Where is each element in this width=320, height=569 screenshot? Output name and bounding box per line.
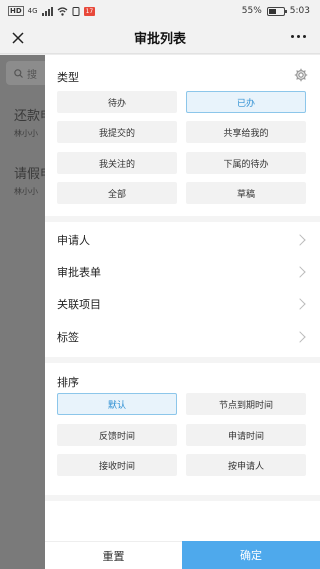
filter-row-applicant[interactable]: 申请人 bbox=[45, 224, 320, 256]
close-icon[interactable] bbox=[10, 30, 26, 46]
section-divider bbox=[45, 357, 320, 363]
sort-option-due-time[interactable]: 节点到期时间 bbox=[186, 393, 306, 415]
battery-percent: 55% bbox=[241, 6, 262, 16]
filter-panel: 类型 待办 已办 我提交的 共享给我的 我关注的 下属的待办 全部 草稿 申请人… bbox=[45, 55, 320, 569]
reset-button[interactable]: 重置 bbox=[45, 541, 182, 569]
sort-option-default[interactable]: 默认 bbox=[57, 393, 177, 415]
type-option-done[interactable]: 已办 bbox=[186, 91, 306, 113]
section-divider bbox=[45, 216, 320, 222]
signal-icon bbox=[41, 6, 53, 16]
gear-icon[interactable] bbox=[294, 68, 308, 82]
list-item-subtitle: 林小小 bbox=[14, 187, 38, 196]
background-search: 搜 bbox=[6, 61, 45, 85]
filter-row-label: 关联项目 bbox=[57, 298, 101, 311]
more-dots-icon[interactable] bbox=[291, 35, 306, 38]
filter-row-label: 审批表单 bbox=[57, 266, 101, 279]
wifi-icon bbox=[57, 6, 67, 16]
search-placeholder: 搜 bbox=[27, 69, 37, 81]
battery-icon bbox=[266, 6, 287, 16]
network-label: 4G bbox=[27, 7, 38, 15]
filter-row-form[interactable]: 审批表单 bbox=[45, 256, 320, 288]
type-option-pending[interactable]: 待办 bbox=[57, 91, 177, 113]
page-title: 审批列表 bbox=[133, 32, 186, 47]
list-item: 还款申请 林小小 bbox=[14, 105, 45, 139]
list-item-title: 请假申请 bbox=[14, 167, 45, 182]
type-option-draft[interactable]: 草稿 bbox=[186, 182, 306, 204]
bottom-action-bar: 重置 确定 bbox=[45, 541, 320, 569]
list-item-title: 还款申请 bbox=[14, 109, 45, 124]
type-option-subordinate[interactable]: 下属的待办 bbox=[186, 152, 306, 174]
sort-option-applicant[interactable]: 按申请人 bbox=[186, 454, 306, 476]
list-item-subtitle: 林小小 bbox=[14, 129, 38, 138]
filter-row-label: 标签 bbox=[57, 331, 79, 344]
filter-row-tag[interactable]: 标签 bbox=[45, 321, 320, 353]
status-right: 55% 5:03 bbox=[242, 6, 310, 16]
notification-badge: 17 bbox=[83, 6, 96, 16]
type-option-submitted[interactable]: 我提交的 bbox=[57, 121, 177, 143]
clock: 5:03 bbox=[289, 6, 310, 16]
background-list-overlay[interactable]: 搜 还款申请 林小小 请假申请 林小小 bbox=[0, 55, 45, 569]
search-icon bbox=[14, 68, 23, 78]
status-bar: HD 4G 17 55% 5:03 bbox=[0, 0, 320, 22]
list-item: 请假申请 林小小 bbox=[14, 163, 45, 197]
hd-icon: HD bbox=[8, 6, 24, 16]
chevron-right-icon bbox=[294, 234, 306, 246]
type-option-all[interactable]: 全部 bbox=[57, 182, 177, 204]
sort-option-apply-time[interactable]: 申请时间 bbox=[186, 424, 306, 446]
confirm-button[interactable]: 确定 bbox=[182, 541, 320, 569]
chevron-right-icon bbox=[294, 331, 306, 343]
type-option-followed[interactable]: 我关注的 bbox=[57, 152, 177, 174]
sort-option-feedback-time[interactable]: 反馈时间 bbox=[57, 424, 177, 446]
section-divider bbox=[45, 495, 320, 501]
sort-section-label: 排序 bbox=[57, 376, 79, 389]
battery-fill bbox=[268, 8, 277, 14]
sim-icon bbox=[72, 6, 80, 16]
chevron-right-icon bbox=[294, 298, 306, 310]
sort-option-receive-time[interactable]: 接收时间 bbox=[57, 454, 177, 476]
filter-row-project[interactable]: 关联项目 bbox=[45, 288, 320, 320]
chevron-right-icon bbox=[294, 266, 306, 278]
status-left: HD 4G 17 bbox=[8, 6, 96, 16]
filter-row-label: 申请人 bbox=[57, 234, 90, 247]
type-section-label: 类型 bbox=[57, 71, 79, 84]
title-bar: 审批列表 bbox=[0, 22, 320, 54]
type-option-shared[interactable]: 共享给我的 bbox=[186, 121, 306, 143]
